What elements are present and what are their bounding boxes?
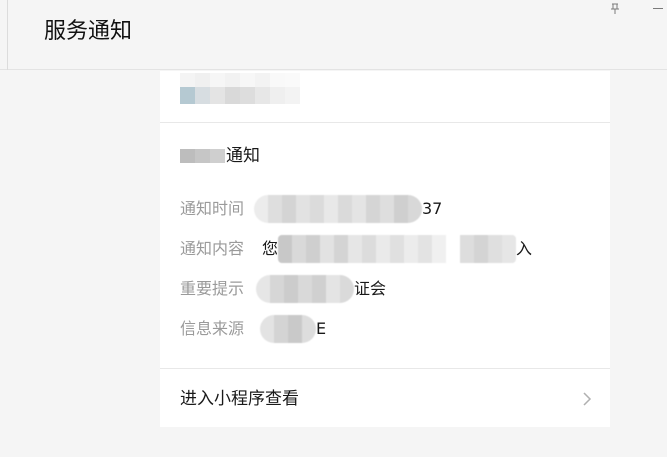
page-title: 服务通知 — [44, 19, 133, 44]
notification-title-suffix: 通知 — [226, 146, 260, 166]
notify-time-value: 37 — [254, 195, 443, 223]
info-source-suffix: E — [316, 319, 327, 338]
redacted-tip — [256, 275, 354, 303]
row-notify-content: 通知内容 您 入 — [180, 235, 532, 263]
row-info-source: 信息来源 E — [180, 315, 326, 343]
info-source-label: 信息来源 — [180, 319, 245, 338]
redacted-app-name-2 — [180, 87, 300, 104]
notify-content-label: 通知内容 — [180, 239, 245, 258]
app-info-row — [160, 71, 610, 123]
redacted-source — [260, 315, 316, 343]
minimize-icon — [653, 8, 663, 9]
window-header: 服务通知 — [0, 0, 667, 70]
notify-time-suffix: 37 — [422, 199, 443, 218]
row-notify-time: 通知时间 37 — [180, 195, 442, 223]
redacted-app-name — [180, 73, 300, 87]
redacted-time — [254, 195, 422, 223]
notify-time-label: 通知时间 — [180, 199, 245, 218]
divider — [7, 0, 8, 70]
important-tip-suffix: 证会 — [354, 279, 387, 298]
row-important-tip: 重要提示 证会 — [180, 275, 386, 303]
pin-icon — [611, 3, 619, 14]
notification-card: 通知 通知时间 37 通知内容 您 入 重要提示 证会 信息来源 E 进入小程序… — [160, 71, 610, 427]
redacted-title — [180, 149, 225, 163]
chevron-right-icon — [583, 392, 592, 406]
redacted-content — [278, 235, 517, 263]
notification-title: 通知 — [180, 145, 260, 167]
important-tip-label: 重要提示 — [180, 279, 245, 298]
minimize-button[interactable] — [647, 0, 667, 18]
open-miniprogram-label: 进入小程序查看 — [180, 389, 299, 409]
notify-content-prefix: 您 — [262, 239, 279, 258]
notify-content-value: 您 入 — [262, 235, 532, 263]
important-tip-value: 证会 — [256, 275, 387, 303]
info-source-value: E — [260, 315, 327, 343]
pin-button[interactable] — [606, 0, 624, 18]
open-miniprogram-button[interactable]: 进入小程序查看 — [160, 368, 610, 428]
notify-content-suffix: 入 — [516, 239, 533, 258]
